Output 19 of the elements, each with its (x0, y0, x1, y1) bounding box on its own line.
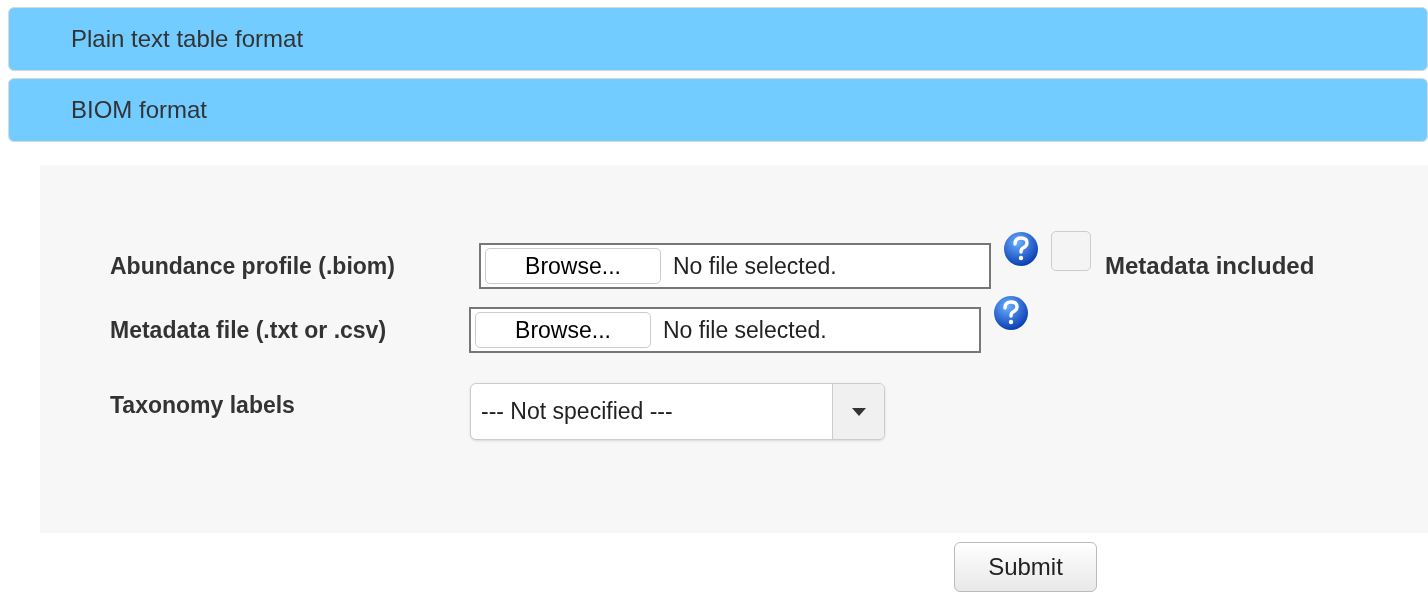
file-input[interactable]: Browse... No file selected. (469, 307, 981, 353)
browse-button[interactable]: Browse... (475, 312, 651, 348)
field-label: Abundance profile (.biom) (109, 251, 396, 281)
dropdown[interactable]: --- Not specified --- (470, 383, 885, 440)
dropdown-value: --- Not specified --- (480, 397, 674, 427)
checkbox-label: Metadata included (1105, 251, 1315, 281)
checkbox[interactable] (1051, 231, 1091, 271)
accordion-header[interactable]: BIOM format (8, 78, 1428, 142)
browse-button[interactable]: Browse... (485, 248, 661, 284)
accordion-header[interactable]: Plain text table format (8, 7, 1428, 71)
submit-button[interactable]: Submit (954, 542, 1097, 592)
caret-icon (832, 384, 884, 439)
field-label: Taxonomy labels (109, 391, 296, 421)
file-status: No file selected. (673, 251, 837, 281)
field-label: Metadata file (.txt or .csv) (109, 315, 388, 345)
file-input[interactable]: Browse... No file selected. (479, 243, 991, 289)
file-status: No file selected. (663, 315, 827, 345)
help-icon[interactable] (993, 295, 1029, 331)
help-icon[interactable] (1003, 231, 1039, 267)
